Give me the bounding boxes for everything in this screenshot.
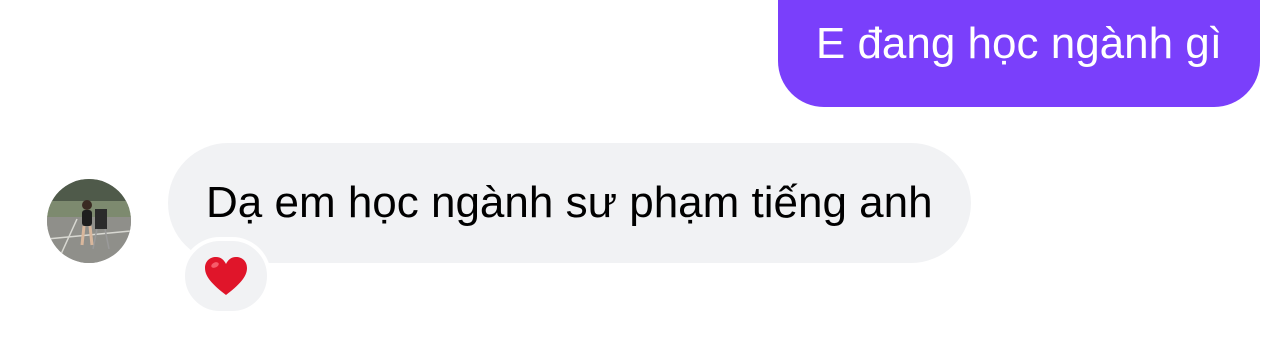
heart-icon: [205, 257, 247, 295]
outgoing-message-text: E đang học ngành gì: [815, 18, 1222, 68]
reaction-badge[interactable]: [181, 237, 271, 315]
avatar[interactable]: [47, 179, 131, 263]
outgoing-message-bubble[interactable]: E đang học ngành gì: [777, 0, 1260, 107]
incoming-message-bubble[interactable]: Dạ em học ngành sư phạm tiếng anh: [168, 143, 971, 263]
avatar-photo: [47, 179, 131, 263]
incoming-message-text: Dạ em học ngành sư phạm tiếng anh: [206, 178, 933, 227]
